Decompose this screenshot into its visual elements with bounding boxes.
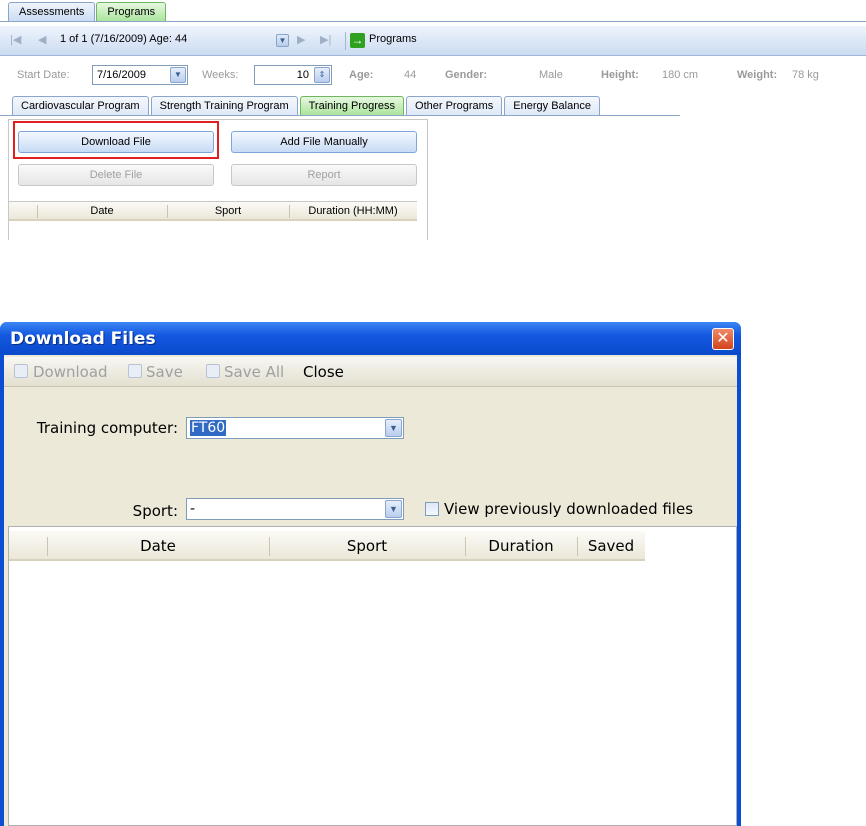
training-computer-select[interactable]: FT60 ▼ [186,417,404,439]
download-icon [14,364,28,378]
sport-select[interactable]: - ▼ [186,498,404,520]
column-header-date[interactable]: Date [47,537,269,555]
spinner-arrows-icon[interactable]: ⇕ [314,67,330,83]
add-file-manually-button[interactable]: Add File Manually [231,131,417,153]
download-files-grid-header: Date Sport Duration Saved [9,531,645,561]
next-record-icon[interactable]: ▶ [297,33,305,46]
tab-energy-balance[interactable]: Energy Balance [504,96,600,116]
weeks-label: Weeks: [202,69,239,81]
go-arrow-icon[interactable]: → [350,33,365,48]
delete-file-button[interactable]: Delete File [18,164,214,186]
dialog-title-bar[interactable]: Download Files ✕ [0,322,741,355]
go-programs-link[interactable]: Programs [369,33,417,45]
tab-programs[interactable]: Programs [96,2,167,22]
tab-assessments[interactable]: Assessments [8,2,96,22]
save-all-icon [206,364,220,378]
age-value: 44 [404,69,417,81]
sport-label: Sport: [132,502,178,520]
top-tab-strip: Assessments Programs [8,2,167,22]
view-previous-checkbox[interactable] [425,502,439,516]
weight-value: 78 kg [792,69,819,81]
start-date-value: 7/16/2009 [97,69,146,81]
height-value: 180 cm [662,69,699,81]
chevron-down-icon[interactable]: ▼ [170,67,186,83]
download-button[interactable]: Download [33,363,108,381]
tab-training-progress[interactable]: Training Progress [299,96,405,116]
tab-strength-training-program[interactable]: Strength Training Program [150,96,298,116]
chevron-down-icon[interactable]: ▼ [385,419,402,437]
dialog-toolbar: Download Save Save All Close [4,357,737,387]
divider [345,32,346,50]
save-icon [128,364,142,378]
view-previous-label[interactable]: View previously downloaded files [444,500,693,518]
previous-record-icon[interactable]: ◀ [38,33,46,46]
main-window: Assessments Programs |◀ ◀ 1 of 1 (7/16/2… [0,0,866,240]
highlight-box [13,121,219,159]
training-computer-value: FT60 [190,420,227,436]
column-header-saved[interactable]: Saved [577,537,645,555]
download-files-grid[interactable]: Date Sport Duration Saved [8,526,737,826]
age-label: Age: [349,69,374,81]
column-header-sport[interactable]: Sport [269,537,465,555]
record-navigator: |◀ ◀ 1 of 1 (7/16/2009) Age: 44 ▼ ▶ ▶| →… [0,26,866,56]
start-date-picker[interactable]: 7/16/2009 ▼ [92,65,188,85]
weeks-value: 10 [296,69,309,81]
download-files-dialog: Download Files ✕ Download Save Save All … [0,322,741,826]
client-info-row: Start Date: 7/16/2009 ▼ Weeks: 10 ⇕ Age:… [0,62,866,88]
program-tab-strip: Cardiovascular Program Strength Training… [12,96,602,116]
column-header-duration[interactable]: Duration (HH:MM) [289,205,417,217]
height-label: Height: [601,69,639,81]
gender-label: Gender: [445,69,488,81]
weight-label: Weight: [737,69,778,81]
divider [0,115,680,116]
column-header-date[interactable]: Date [37,205,167,217]
gender-value: Male [539,69,563,81]
column-header-duration[interactable]: Duration [465,537,577,555]
training-computer-label: Training computer: [36,419,178,437]
tab-other-programs[interactable]: Other Programs [406,96,503,116]
training-progress-grid-header: Date Sport Duration (HH:MM) [9,201,417,221]
record-dropdown-icon[interactable]: ▼ [276,34,289,47]
tab-cardiovascular-program[interactable]: Cardiovascular Program [12,96,149,116]
close-icon[interactable]: ✕ [712,328,734,350]
chevron-down-icon[interactable]: ▼ [385,500,402,518]
weeks-spinner[interactable]: 10 ⇕ [254,65,332,85]
column-header-sport[interactable]: Sport [167,205,289,217]
first-record-icon[interactable]: |◀ [10,33,21,46]
divider [0,21,866,22]
save-all-button[interactable]: Save All [224,363,284,381]
record-position: 1 of 1 (7/16/2009) Age: 44 [60,33,188,45]
dialog-title: Download Files [10,329,156,349]
start-date-label: Start Date: [17,69,70,81]
report-button[interactable]: Report [231,164,417,186]
close-button[interactable]: Close [303,363,344,381]
sport-value: - [190,501,196,517]
last-record-icon[interactable]: ▶| [320,33,331,46]
save-button[interactable]: Save [146,363,183,381]
dialog-body: Download Save Save All Close Training co… [4,355,737,826]
